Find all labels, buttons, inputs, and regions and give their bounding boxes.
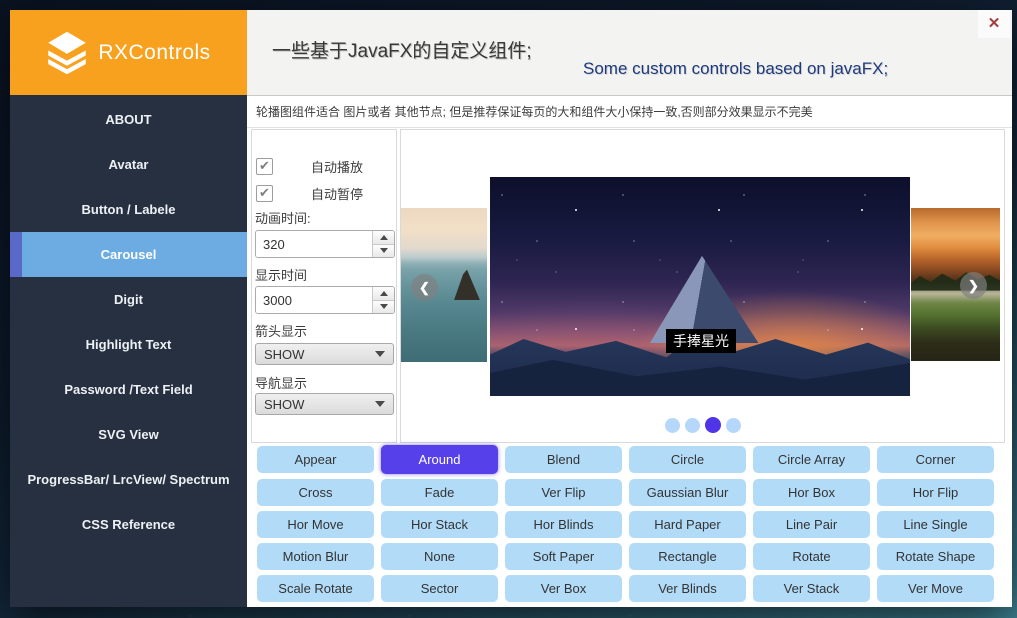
chevron-down-icon bbox=[375, 351, 385, 357]
carousel-slide-current bbox=[490, 177, 910, 396]
arrow-up-icon bbox=[380, 235, 388, 240]
show-time-increment-button[interactable] bbox=[373, 287, 394, 300]
sidebar-item-carousel[interactable]: Carousel bbox=[10, 232, 247, 277]
effect-button-hor-box[interactable]: Hor Box bbox=[753, 479, 870, 506]
arrow-down-icon bbox=[380, 304, 388, 309]
close-button[interactable]: ✕ bbox=[978, 10, 1010, 38]
chevron-down-icon bbox=[375, 401, 385, 407]
autopause-row: 自动暂停 bbox=[256, 184, 363, 203]
autopause-checkbox[interactable] bbox=[256, 185, 273, 202]
effect-button-gaussian-blur[interactable]: Gaussian Blur bbox=[629, 479, 746, 506]
effect-button-ver-move[interactable]: Ver Move bbox=[877, 575, 994, 602]
effect-button-hor-stack[interactable]: Hor Stack bbox=[381, 511, 498, 538]
carousel-viewer: 手捧星光 ❮ ❯ bbox=[400, 129, 1005, 443]
effect-button-ver-blinds[interactable]: Ver Blinds bbox=[629, 575, 746, 602]
effect-button-appear[interactable]: Appear bbox=[257, 446, 374, 473]
autoplay-checkbox[interactable] bbox=[256, 158, 273, 175]
effect-button-hor-move[interactable]: Hor Move bbox=[257, 511, 374, 538]
sidebar-item-css-reference[interactable]: CSS Reference bbox=[10, 502, 247, 547]
carousel-dot-1[interactable] bbox=[665, 418, 680, 433]
app-title: RXControls bbox=[98, 41, 210, 65]
effect-button-around[interactable]: Around bbox=[381, 445, 498, 474]
show-time-spin-buttons bbox=[372, 287, 394, 313]
carousel-dot-4[interactable] bbox=[726, 418, 741, 433]
anim-time-decrement-button[interactable] bbox=[373, 244, 394, 258]
sidebar: RXControls ABOUTAvatarButton / LabeleCar… bbox=[10, 10, 247, 607]
nav-display-select[interactable]: SHOW bbox=[255, 393, 394, 415]
arrow-up-icon bbox=[380, 291, 388, 296]
arrow-display-select[interactable]: SHOW bbox=[255, 343, 394, 365]
layers-icon bbox=[46, 30, 88, 76]
desktop-background: RXControls ABOUTAvatarButton / LabeleCar… bbox=[0, 0, 1017, 618]
anim-time-spinner bbox=[255, 230, 395, 258]
carousel-dots bbox=[401, 418, 1004, 433]
show-time-decrement-button[interactable] bbox=[373, 300, 394, 314]
main-area: 一些基于JavaFX的自定义组件; Some custom controls b… bbox=[247, 10, 1012, 607]
effect-button-rectangle[interactable]: Rectangle bbox=[629, 543, 746, 570]
sidebar-item-progressbar-lrcview-spectrum[interactable]: ProgressBar/ LrcView/ Spectrum bbox=[10, 457, 247, 502]
app-logo: RXControls bbox=[10, 10, 247, 95]
effect-button-rotate-shape[interactable]: Rotate Shape bbox=[877, 543, 994, 570]
sidebar-item-svg-view[interactable]: SVG View bbox=[10, 412, 247, 457]
autopause-label: 自动暂停 bbox=[311, 184, 363, 203]
effect-button-ver-stack[interactable]: Ver Stack bbox=[753, 575, 870, 602]
sidebar-item-digit[interactable]: Digit bbox=[10, 277, 247, 322]
carousel-settings-panel: 自动播放 自动暂停 动画时间: 显示时间 bbox=[251, 129, 397, 443]
transition-effects-grid: Appear Around Blend Circle Circle Array Corne… bbox=[257, 446, 994, 602]
app-window: RXControls ABOUTAvatarButton / LabeleCar… bbox=[10, 10, 1012, 607]
arrow-display-value: SHOW bbox=[256, 347, 375, 362]
effect-button-motion-blur[interactable]: Motion Blur bbox=[257, 543, 374, 570]
sea-rock-shape bbox=[454, 270, 480, 301]
nav-display-label: 导航显示 bbox=[255, 373, 307, 392]
show-time-label: 显示时间 bbox=[255, 265, 307, 284]
show-time-spinner bbox=[255, 286, 395, 314]
sidebar-item-password-text-field[interactable]: Password /Text Field bbox=[10, 367, 247, 412]
slide-caption: 手捧星光 bbox=[666, 329, 736, 353]
effect-button-rotate[interactable]: Rotate bbox=[753, 543, 870, 570]
autoplay-row: 自动播放 bbox=[256, 157, 363, 176]
effect-button-circle-array[interactable]: Circle Array bbox=[753, 446, 870, 473]
anim-time-label: 动画时间: bbox=[255, 208, 311, 227]
page-subtitle: Some custom controls based on javaFX; bbox=[583, 59, 888, 79]
effect-button-ver-flip[interactable]: Ver Flip bbox=[505, 479, 622, 506]
effect-button-circle[interactable]: Circle bbox=[629, 446, 746, 473]
effect-button-ver-box[interactable]: Ver Box bbox=[505, 575, 622, 602]
effect-button-none[interactable]: None bbox=[381, 543, 498, 570]
effect-button-line-pair[interactable]: Line Pair bbox=[753, 511, 870, 538]
sidebar-item-highlight-text[interactable]: Highlight Text bbox=[10, 322, 247, 367]
effect-button-soft-paper[interactable]: Soft Paper bbox=[505, 543, 622, 570]
effect-button-line-single[interactable]: Line Single bbox=[877, 511, 994, 538]
effect-button-fade[interactable]: Fade bbox=[381, 479, 498, 506]
effect-button-scale-rotate[interactable]: Scale Rotate bbox=[257, 575, 374, 602]
sidebar-item-about[interactable]: ABOUT bbox=[10, 97, 247, 142]
carousel-dot-2[interactable] bbox=[685, 418, 700, 433]
arrow-down-icon bbox=[380, 248, 388, 253]
effect-button-sector[interactable]: Sector bbox=[381, 575, 498, 602]
anim-time-input[interactable] bbox=[256, 231, 372, 257]
nav-display-value: SHOW bbox=[256, 397, 375, 412]
effect-button-cross[interactable]: Cross bbox=[257, 479, 374, 506]
effect-button-hor-blinds[interactable]: Hor Blinds bbox=[505, 511, 622, 538]
effect-button-corner[interactable]: Corner bbox=[877, 446, 994, 473]
carousel-prev-button[interactable]: ❮ bbox=[411, 274, 438, 301]
autoplay-label: 自动播放 bbox=[311, 157, 363, 176]
component-description: 轮播图组件适合 图片或者 其他节点; 但是推荐保证每页的大和组件大小保持一致,否… bbox=[247, 97, 1012, 128]
anim-time-spin-buttons bbox=[372, 231, 394, 257]
carousel-dot-3[interactable] bbox=[705, 417, 721, 433]
page-title: 一些基于JavaFX的自定义组件; bbox=[272, 36, 532, 63]
show-time-input[interactable] bbox=[256, 287, 372, 313]
anim-time-increment-button[interactable] bbox=[373, 231, 394, 244]
sidebar-item-avatar[interactable]: Avatar bbox=[10, 142, 247, 187]
arrow-display-label: 箭头显示 bbox=[255, 321, 307, 340]
effect-button-blend[interactable]: Blend bbox=[505, 446, 622, 473]
header: 一些基于JavaFX的自定义组件; Some custom controls b… bbox=[247, 10, 1012, 96]
carousel-next-button[interactable]: ❯ bbox=[960, 272, 987, 299]
effect-button-hor-flip[interactable]: Hor Flip bbox=[877, 479, 994, 506]
sidebar-item-button-labele[interactable]: Button / Labele bbox=[10, 187, 247, 232]
effect-button-hard-paper[interactable]: Hard Paper bbox=[629, 511, 746, 538]
sidebar-menu: ABOUTAvatarButton / LabeleCarouselDigitH… bbox=[10, 97, 247, 547]
